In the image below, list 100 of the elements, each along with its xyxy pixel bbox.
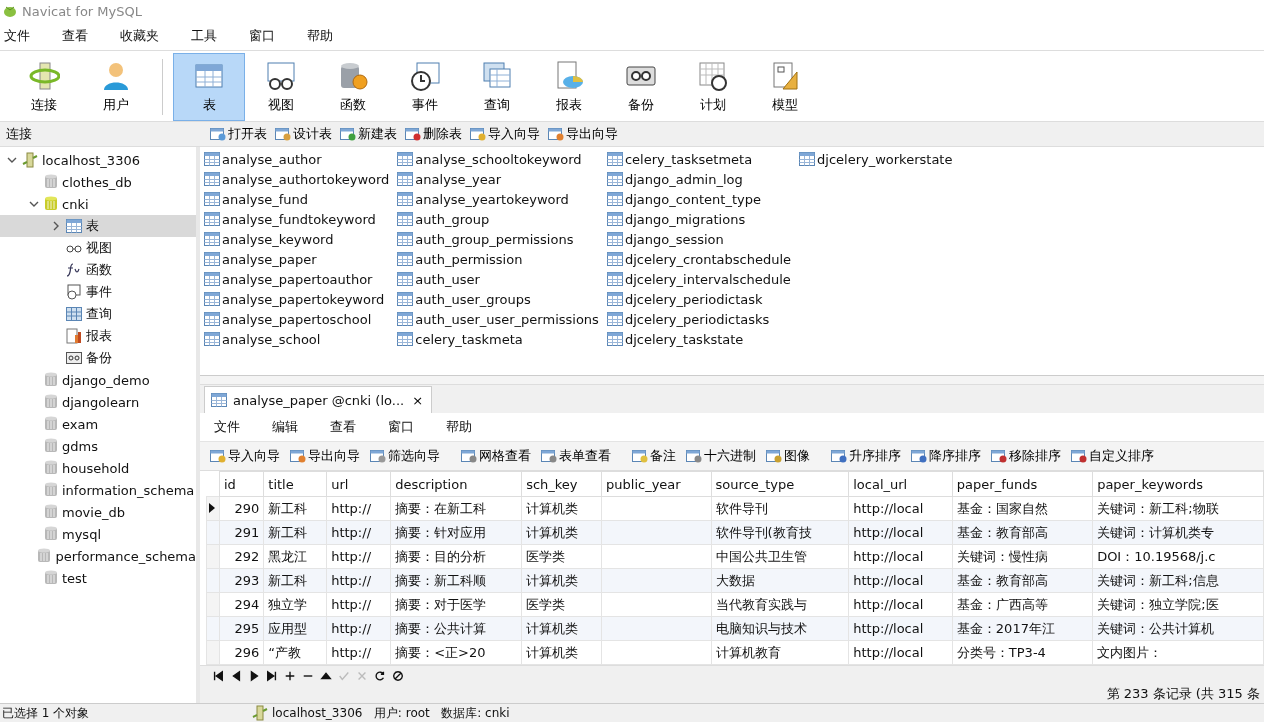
table-item[interactable]: auth_group xyxy=(415,211,490,227)
toolbar-button[interactable]: 模型 xyxy=(749,53,821,121)
tree-item[interactable]: information_schema xyxy=(0,479,196,501)
tree-item[interactable]: clothes_db xyxy=(0,171,196,193)
refresh-icon[interactable] xyxy=(374,668,386,683)
column-header[interactable]: source_type xyxy=(711,471,849,497)
tree-item[interactable]: 查询 xyxy=(0,303,196,325)
tree-item[interactable]: exam xyxy=(0,413,196,435)
toolbar-button[interactable]: 导入向导 xyxy=(206,447,284,465)
toolbar-button[interactable]: 备注 xyxy=(628,447,680,465)
tab-title[interactable]: analyse_paper @cnki (lo... xyxy=(233,392,405,408)
toolbar-button[interactable]: 导入向导 xyxy=(466,125,544,143)
toolbar-button[interactable]: 表 xyxy=(173,53,245,121)
menu-item[interactable]: 窗口 xyxy=(384,418,428,436)
table-item[interactable]: auth_permission xyxy=(415,251,523,267)
chevron-down-icon[interactable] xyxy=(7,155,17,165)
tree-item[interactable]: gdms xyxy=(0,435,196,457)
tree-item[interactable]: 表 xyxy=(0,215,196,237)
column-header[interactable]: paper_funds xyxy=(952,471,1093,497)
menu-item[interactable]: 查看 xyxy=(58,27,102,45)
tree-item[interactable]: localhost_3306 xyxy=(0,149,196,171)
close-button[interactable]: × xyxy=(410,392,426,408)
menu-item[interactable]: 编辑 xyxy=(268,418,312,436)
column-header[interactable]: public_year xyxy=(601,471,712,497)
toolbar-button[interactable]: 事件 xyxy=(389,53,461,121)
tree-item[interactable]: test xyxy=(0,567,196,589)
tree-item[interactable]: 事件 xyxy=(0,281,196,303)
tree-item[interactable]: 备份 xyxy=(0,347,196,369)
tree-item[interactable]: djangolearn xyxy=(0,391,196,413)
table-item[interactable]: celery_taskmeta xyxy=(415,331,523,347)
tab[interactable]: analyse_paper @cnki (lo... × xyxy=(204,386,433,413)
tree-item[interactable]: 函数 xyxy=(0,259,196,281)
tree-item[interactable]: mysql xyxy=(0,523,196,545)
table-item[interactable]: analyse_fund xyxy=(222,191,309,207)
table-item[interactable]: django_migrations xyxy=(624,211,746,227)
toolbar-button[interactable]: 计划 xyxy=(677,53,749,121)
toolbar-button[interactable]: 导出向导 xyxy=(286,447,364,465)
toolbar-button[interactable]: 十六进制 xyxy=(682,447,760,465)
tree-item[interactable]: performance_schema xyxy=(0,545,196,567)
column-header[interactable]: id xyxy=(219,471,264,497)
menu-item[interactable]: 帮助 xyxy=(303,27,347,45)
table-item[interactable]: djcelery_intervalschedule xyxy=(624,271,791,287)
toolbar-button[interactable]: 筛选向导 xyxy=(366,447,444,465)
table-item[interactable]: analyse_author xyxy=(222,151,322,167)
table-item[interactable]: analyse_papertoauthor xyxy=(222,271,373,287)
toolbar-button[interactable]: 视图 xyxy=(245,53,317,121)
menu-item[interactable]: 查看 xyxy=(326,418,370,436)
table-item[interactable]: djcelery_workerstate xyxy=(817,151,953,167)
menu-item[interactable]: 文件 xyxy=(210,418,254,436)
toolbar-button[interactable]: 图像 xyxy=(762,447,814,465)
toolbar-button[interactable]: 网格查看 xyxy=(457,447,535,465)
table-item[interactable]: auth_group_permissions xyxy=(415,231,574,247)
column-header[interactable]: local_url xyxy=(848,471,953,497)
toolbar-button[interactable]: 连接 xyxy=(8,53,80,121)
table-item[interactable]: djcelery_crontabschedule xyxy=(624,251,792,267)
toolbar-button[interactable]: 用户 xyxy=(80,53,152,121)
toolbar-button[interactable]: 备份 xyxy=(605,53,677,121)
tree-item[interactable]: 视图 xyxy=(0,237,196,259)
table-item[interactable]: analyse_fundtokeyword xyxy=(222,211,376,227)
menu-item[interactable]: 文件 xyxy=(0,27,44,45)
table-item[interactable]: auth_user_groups xyxy=(415,291,531,307)
table-item[interactable]: django_session xyxy=(624,231,724,247)
menu-item[interactable]: 窗口 xyxy=(245,27,289,45)
toolbar-button[interactable]: 报表 xyxy=(533,53,605,121)
table-item[interactable]: analyse_papertoschool xyxy=(222,311,372,327)
chevron-down-icon[interactable] xyxy=(29,199,39,209)
table-item[interactable]: django_admin_log xyxy=(624,171,743,187)
toolbar-button[interactable]: 打开表 xyxy=(206,125,271,143)
toolbar-button[interactable]: 删除表 xyxy=(401,125,466,143)
table-item[interactable]: analyse_year xyxy=(415,171,502,187)
table-item[interactable]: auth_user_user_permissions xyxy=(415,311,599,327)
tree-item[interactable]: household xyxy=(0,457,196,479)
toolbar-button[interactable]: 降序排序 xyxy=(907,447,985,465)
tree-item[interactable]: cnki xyxy=(0,193,196,215)
menu-item[interactable]: 收藏夹 xyxy=(116,27,173,45)
table-item[interactable]: django_content_type xyxy=(624,191,761,207)
toolbar-button[interactable]: 新建表 xyxy=(336,125,401,143)
column-header[interactable]: url xyxy=(326,471,391,497)
previous-record-icon[interactable] xyxy=(230,668,242,683)
last-record-icon[interactable] xyxy=(266,668,278,683)
table-item[interactable]: analyse_keyword xyxy=(222,231,334,247)
table-item[interactable]: analyse_authortokeyword xyxy=(222,171,390,187)
stop-icon[interactable] xyxy=(392,668,404,683)
tree-item[interactable]: movie_db xyxy=(0,501,196,523)
table-item[interactable]: djcelery_periodictask xyxy=(624,291,763,307)
toolbar-button[interactable]: 导出向导 xyxy=(544,125,622,143)
table-item[interactable]: auth_user xyxy=(415,271,480,287)
table-item[interactable]: analyse_school xyxy=(222,331,321,347)
table-item[interactable]: analyse_papertokeyword xyxy=(222,291,385,307)
toolbar-button[interactable]: 自定义排序 xyxy=(1067,447,1158,465)
toolbar-button[interactable]: 函数 xyxy=(317,53,389,121)
toolbar-button[interactable]: 表单查看 xyxy=(537,447,615,465)
table-item[interactable]: analyse_yeartokeyword xyxy=(415,191,569,207)
table-item[interactable]: analyse_paper xyxy=(222,251,317,267)
table-item[interactable]: djcelery_taskstate xyxy=(624,331,744,347)
toolbar-button[interactable]: 移除排序 xyxy=(987,447,1065,465)
tree-item[interactable]: django_demo xyxy=(0,369,196,391)
table-item[interactable]: analyse_schooltokeyword xyxy=(415,151,582,167)
first-record-icon[interactable] xyxy=(212,668,224,683)
column-header[interactable]: paper_keywords xyxy=(1092,471,1264,497)
